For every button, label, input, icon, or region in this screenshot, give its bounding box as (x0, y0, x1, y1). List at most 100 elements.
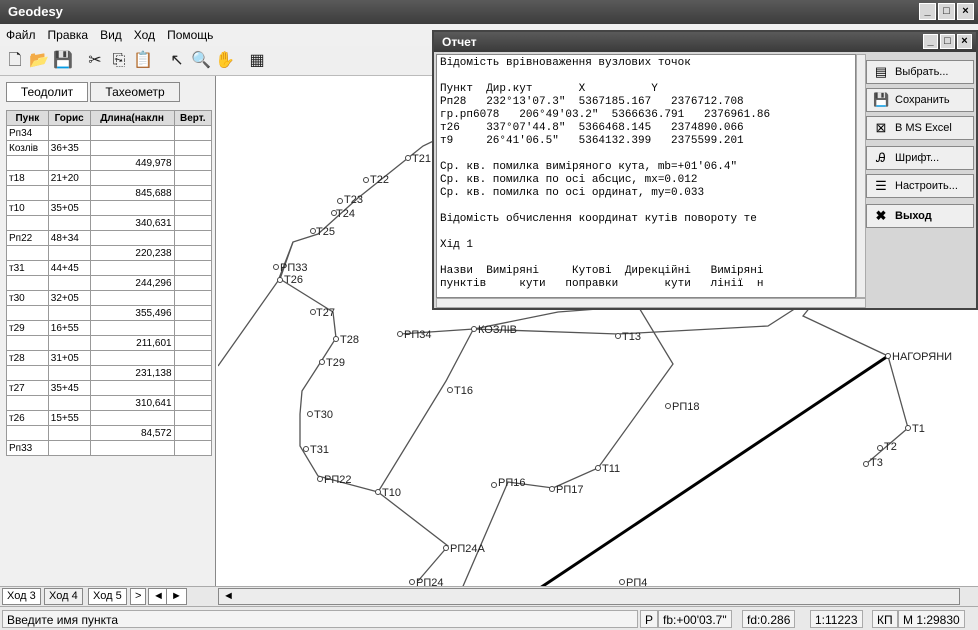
menu-help[interactable]: Помощь (167, 24, 213, 46)
table-cell[interactable] (6, 185, 49, 201)
table-cell[interactable] (6, 395, 49, 411)
table-cell[interactable] (47, 245, 91, 261)
table-cell[interactable]: 355,496 (89, 305, 175, 321)
table-cell[interactable]: 231,138 (89, 365, 175, 381)
paste-icon[interactable]: 📋 (132, 50, 154, 72)
table-row[interactable]: 449,978 (6, 155, 213, 171)
table-cell[interactable]: 32+05 (47, 290, 91, 306)
table-cell[interactable] (89, 440, 175, 456)
table-cell[interactable]: Рп34 (6, 125, 49, 141)
table-cell[interactable] (47, 440, 91, 456)
table-cell[interactable]: 21+20 (47, 170, 91, 186)
exit-button[interactable]: ✖ Выход (866, 204, 974, 228)
table-cell[interactable]: 244,296 (89, 275, 175, 291)
table-cell[interactable] (173, 200, 213, 216)
excel-button[interactable]: ⊠ В MS Excel (866, 116, 974, 140)
table-cell[interactable] (173, 230, 213, 246)
table-cell[interactable] (47, 335, 91, 351)
copy-icon[interactable]: ⎘ (108, 50, 130, 72)
table-row[interactable]: т18 21+20 (6, 170, 213, 186)
menu-view[interactable]: Вид (100, 24, 122, 46)
table-cell[interactable] (173, 440, 213, 456)
tab-theodolite[interactable]: Теодолит (6, 82, 88, 102)
col-point[interactable]: Пунк (6, 110, 49, 126)
table-cell[interactable] (173, 140, 213, 156)
font-button[interactable]: Ꭿ Шрифт... (866, 146, 974, 170)
tab-traverse-5[interactable]: Ход 5 (88, 588, 127, 605)
tab-tacheometer[interactable]: Тахеометр (90, 82, 180, 102)
table-cell[interactable] (173, 350, 213, 366)
table-row[interactable]: 244,296 (6, 275, 213, 291)
table-cell[interactable] (6, 155, 49, 171)
table-row[interactable]: 845,688 (6, 185, 213, 201)
col-length[interactable]: Длина(наклн (89, 110, 175, 126)
report-maximize-icon[interactable]: □ (940, 34, 955, 49)
table-cell[interactable] (89, 380, 175, 396)
table-cell[interactable] (89, 260, 175, 276)
table-cell[interactable]: т10 (6, 200, 49, 216)
table-cell[interactable] (6, 245, 49, 261)
table-cell[interactable]: 31+05 (47, 350, 91, 366)
save-report-button[interactable]: 💾 Сохранить (866, 88, 974, 112)
table-cell[interactable]: 845,688 (89, 185, 175, 201)
col-vertical[interactable]: Верт. (173, 110, 213, 126)
report-text-area[interactable]: Відомість врівноваження вузлових точок Пу… (436, 54, 856, 298)
table-cell[interactable] (89, 410, 175, 426)
tab-next-icon[interactable]: ► (166, 588, 187, 605)
table-cell[interactable]: 84,572 (89, 425, 175, 441)
table-cell[interactable]: т28 (6, 350, 49, 366)
table-cell[interactable]: т18 (6, 170, 49, 186)
table-cell[interactable]: т31 (6, 260, 49, 276)
table-cell[interactable] (47, 365, 91, 381)
table-cell[interactable] (89, 320, 175, 336)
table-row[interactable]: т30 32+05 (6, 290, 213, 306)
table-row[interactable]: 310,641 (6, 395, 213, 411)
table-cell[interactable] (89, 200, 175, 216)
table-cell[interactable] (173, 380, 213, 396)
table-row[interactable]: 340,631 (6, 215, 213, 231)
report-horizontal-scrollbar[interactable] (436, 298, 866, 308)
table-cell[interactable] (173, 410, 213, 426)
table-row[interactable]: т29 16+55 (6, 320, 213, 336)
table-cell[interactable] (173, 305, 213, 321)
minimize-icon[interactable]: _ (919, 3, 936, 20)
table-cell[interactable] (47, 305, 91, 321)
map-horizontal-scrollbar[interactable]: ◄ (218, 588, 960, 605)
table-row[interactable]: Рп33 (6, 440, 213, 456)
grid-view-icon[interactable]: ▦ (246, 50, 268, 72)
table-cell[interactable] (89, 140, 175, 156)
table-cell[interactable]: т29 (6, 320, 49, 336)
table-cell[interactable]: т27 (6, 380, 49, 396)
tab-scroll-right-icon[interactable]: > (130, 588, 147, 605)
table-cell[interactable] (173, 320, 213, 336)
cut-icon[interactable]: ✂ (84, 50, 106, 72)
tab-traverse-4[interactable]: Ход 4 (44, 588, 83, 605)
table-cell[interactable] (173, 290, 213, 306)
table-cell[interactable] (89, 350, 175, 366)
menu-file[interactable]: Файл (6, 24, 36, 46)
table-cell[interactable]: 340,631 (89, 215, 175, 231)
pointer-icon[interactable]: ↖ (166, 50, 188, 72)
table-cell[interactable] (6, 275, 49, 291)
table-cell[interactable] (173, 245, 213, 261)
col-horizontal[interactable]: Горис (47, 110, 91, 126)
table-cell[interactable]: 35+45 (47, 380, 91, 396)
table-cell[interactable] (173, 155, 213, 171)
table-cell[interactable] (173, 260, 213, 276)
table-cell[interactable] (173, 275, 213, 291)
table-cell[interactable] (47, 425, 91, 441)
table-cell[interactable] (6, 305, 49, 321)
table-cell[interactable]: Рп33 (6, 440, 49, 456)
configure-button[interactable]: ☰ Настроить... (866, 174, 974, 198)
table-cell[interactable] (47, 395, 91, 411)
table-row[interactable]: т31 44+45 (6, 260, 213, 276)
report-title-bar[interactable]: Отчет _ □ × (434, 32, 976, 52)
table-row[interactable]: т28 31+05 (6, 350, 213, 366)
table-cell[interactable] (173, 335, 213, 351)
table-cell[interactable] (89, 170, 175, 186)
table-cell[interactable] (47, 155, 91, 171)
table-cell[interactable] (173, 215, 213, 231)
table-cell[interactable] (173, 170, 213, 186)
new-file-icon[interactable]: 🗋 (4, 50, 26, 72)
table-row[interactable]: т10 35+05 (6, 200, 213, 216)
